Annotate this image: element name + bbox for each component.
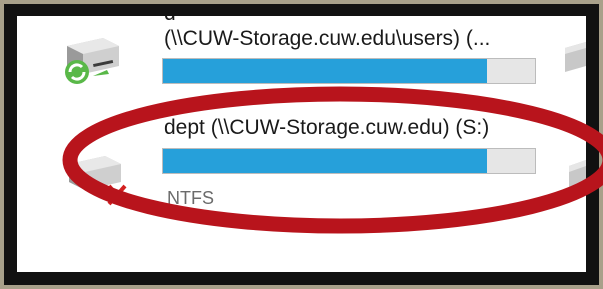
drive-label: dept (\\CUW-Storage.cuw.edu) (S:) [164,116,490,139]
network-drive-sync-icon [65,38,119,84]
usage-bar-fill [163,149,487,173]
usage-bar [162,148,536,174]
drive-icon [569,160,586,190]
network-drive-disconnected-icon [69,156,127,206]
drive-icon [565,42,586,72]
usage-bar [162,58,536,84]
drives-panel: d (\\CUW-Storage.cuw.edu\users) (... [17,16,586,272]
drive-label: (\\CUW-Storage.cuw.edu\users) (... [164,27,491,50]
clipped-row-text: d [164,16,176,26]
filesystem-label: NTFS [167,188,214,208]
screenshot-frame: d (\\CUW-Storage.cuw.edu\users) (... [0,0,603,289]
usage-bar-fill [163,59,487,83]
